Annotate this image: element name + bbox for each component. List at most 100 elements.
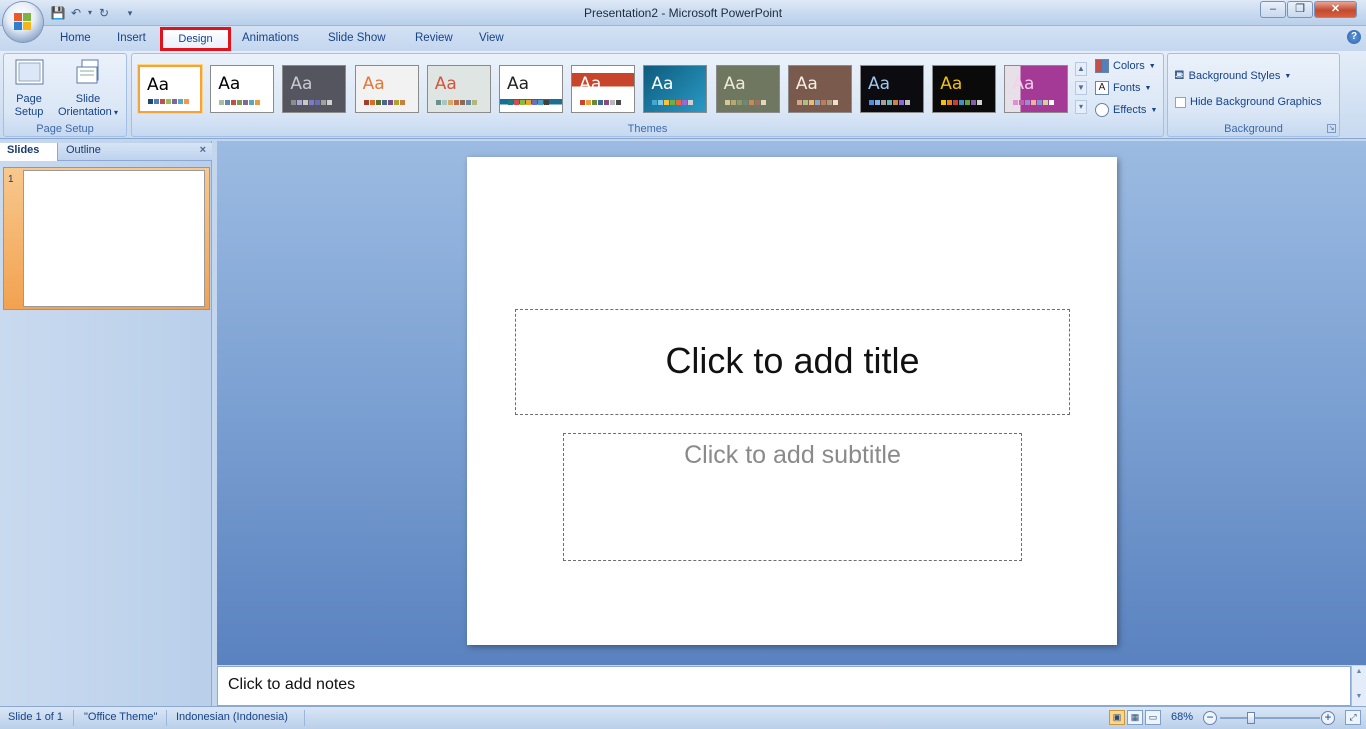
- color-swatch: [184, 99, 189, 104]
- theme-thumbnail[interactable]: Aa: [210, 65, 275, 113]
- colors-button[interactable]: Colors ▼: [1095, 59, 1156, 73]
- zoom-out-icon[interactable]: −: [1203, 711, 1217, 725]
- tab-view[interactable]: View: [479, 32, 504, 44]
- tab-design[interactable]: Design: [160, 27, 231, 51]
- color-swatch: [869, 100, 874, 105]
- theme-thumbnail[interactable]: Aa: [860, 65, 924, 113]
- tab-insert[interactable]: Insert: [117, 32, 146, 44]
- color-swatch: [604, 100, 610, 105]
- color-swatch: [760, 100, 766, 105]
- normal-view-icon[interactable]: ▣: [1109, 710, 1125, 725]
- color-swatch: [905, 100, 910, 105]
- tab-animations[interactable]: Animations: [242, 32, 299, 44]
- notes-pane[interactable]: Click to add notes: [217, 666, 1351, 706]
- subtitle-placeholder[interactable]: Click to add subtitle: [563, 433, 1022, 561]
- color-swatch: [309, 100, 315, 105]
- page-setup-label-1: Page: [16, 93, 42, 105]
- customize-qat-icon[interactable]: ▾: [124, 5, 136, 21]
- slide-show-view-icon[interactable]: ▭: [1145, 710, 1161, 725]
- gallery-scroll-up-icon[interactable]: ▲: [1075, 62, 1087, 76]
- color-swatch: [724, 100, 730, 105]
- theme-thumbnail[interactable]: Aa: [499, 65, 563, 113]
- title-placeholder[interactable]: Click to add title: [515, 309, 1070, 415]
- divider: [166, 710, 167, 726]
- zoom-in-icon[interactable]: +: [1321, 711, 1335, 725]
- help-icon[interactable]: ?: [1347, 30, 1361, 44]
- theme-thumbnail[interactable]: Aa: [354, 65, 419, 113]
- close-button[interactable]: ✕: [1314, 1, 1357, 18]
- hide-background-graphics-checkbox[interactable]: Hide Background Graphics: [1175, 96, 1321, 108]
- color-swatch: [808, 100, 814, 105]
- color-swatch: [508, 100, 513, 105]
- tab-slides[interactable]: Slides: [0, 143, 58, 161]
- fonts-button[interactable]: A Fonts ▼: [1095, 81, 1151, 95]
- color-swatch: [881, 100, 886, 105]
- notes-scrollbar[interactable]: ▲ ▼: [1351, 666, 1366, 706]
- save-icon[interactable]: 💾: [50, 5, 66, 21]
- zoom-slider-track[interactable]: [1220, 717, 1320, 719]
- notes-placeholder: Click to add notes: [228, 676, 356, 693]
- theme-thumbnail[interactable]: Aa: [282, 65, 347, 113]
- scroll-down-icon[interactable]: ▼: [1352, 693, 1366, 700]
- maximize-button[interactable]: ❐: [1287, 1, 1313, 18]
- gallery-more-icon[interactable]: ▾: [1075, 100, 1087, 114]
- theme-name[interactable]: "Office Theme": [84, 711, 157, 723]
- minimize-button[interactable]: –: [1260, 1, 1286, 18]
- tab-home[interactable]: Home: [60, 32, 91, 44]
- theme-thumbnail[interactable]: Aa: [643, 65, 708, 113]
- color-swatch: [832, 100, 838, 105]
- color-swatch: [941, 100, 947, 105]
- slide-orientation-label-1: Slide: [75, 93, 101, 105]
- undo-icon[interactable]: ↶: [68, 5, 84, 21]
- color-swatch: [676, 100, 682, 105]
- color-swatch: [249, 100, 255, 105]
- slide-sorter-view-icon[interactable]: ▦: [1127, 710, 1143, 725]
- slide-thumbnail[interactable]: [23, 170, 205, 307]
- theme-thumbnail[interactable]: Aa: [1004, 65, 1069, 113]
- office-button[interactable]: [3, 2, 43, 42]
- theme-thumbnail[interactable]: Aa: [932, 65, 997, 113]
- themes-group-label: Themes: [627, 123, 668, 135]
- colors-icon: [1095, 59, 1109, 73]
- fit-slide-icon[interactable]: ⤢: [1345, 710, 1361, 725]
- theme-sample-text: Aa: [507, 74, 530, 94]
- theme-thumbnail[interactable]: Aa: [571, 65, 636, 113]
- ribbon: Page Setup Slide Orientation ▾ Page Setu…: [0, 51, 1366, 139]
- page-setup-button[interactable]: Page Setup: [10, 57, 48, 119]
- background-styles-button[interactable]: ⛾ Background Styles ▼: [1174, 67, 1291, 85]
- dialog-launcher-icon[interactable]: ↘: [1327, 124, 1336, 133]
- gallery-scroll-down-icon[interactable]: ▼: [1075, 81, 1087, 95]
- theme-thumbnail[interactable]: Aa: [138, 65, 202, 113]
- color-swatch: [586, 100, 592, 105]
- close-icon[interactable]: ×: [200, 144, 206, 156]
- slide-orientation-label-2: Orientation: [57, 106, 112, 118]
- color-swatch: [166, 99, 171, 104]
- effects-button[interactable]: Effects ▼: [1095, 103, 1157, 117]
- theme-thumbnail[interactable]: Aa: [787, 65, 852, 113]
- dropdown-arrow-icon: ▼: [1148, 62, 1156, 70]
- color-swatch: [303, 100, 309, 105]
- tab-outline[interactable]: Outline: [60, 144, 120, 160]
- slide-orientation-button[interactable]: Slide Orientation ▾: [52, 57, 124, 119]
- effects-label: Effects: [1113, 104, 1147, 116]
- color-swatch: [321, 100, 327, 105]
- zoom-slider-thumb[interactable]: [1247, 712, 1255, 724]
- slide-canvas[interactable]: Click to add title Click to add subtitle: [467, 157, 1117, 645]
- color-swatch: [255, 100, 261, 105]
- color-swatch: [363, 100, 369, 105]
- zoom-level[interactable]: 68%: [1171, 711, 1193, 723]
- redo-icon[interactable]: ↻: [96, 5, 112, 21]
- undo-dropdown-icon[interactable]: ▾: [86, 5, 94, 21]
- theme-thumbnail[interactable]: Aa: [426, 65, 491, 113]
- color-swatch: [796, 100, 802, 105]
- language[interactable]: Indonesian (Indonesia): [176, 711, 288, 723]
- color-swatch: [1019, 100, 1025, 105]
- tab-slide-show[interactable]: Slide Show: [328, 32, 386, 44]
- theme-thumbnail[interactable]: Aa: [715, 65, 780, 113]
- color-swatch: [820, 100, 826, 105]
- tab-review[interactable]: Review: [415, 32, 453, 44]
- scroll-up-icon[interactable]: ▲: [1352, 668, 1366, 675]
- color-swatch: [231, 100, 237, 105]
- color-swatch: [610, 100, 616, 105]
- theme-color-swatches: [435, 100, 477, 105]
